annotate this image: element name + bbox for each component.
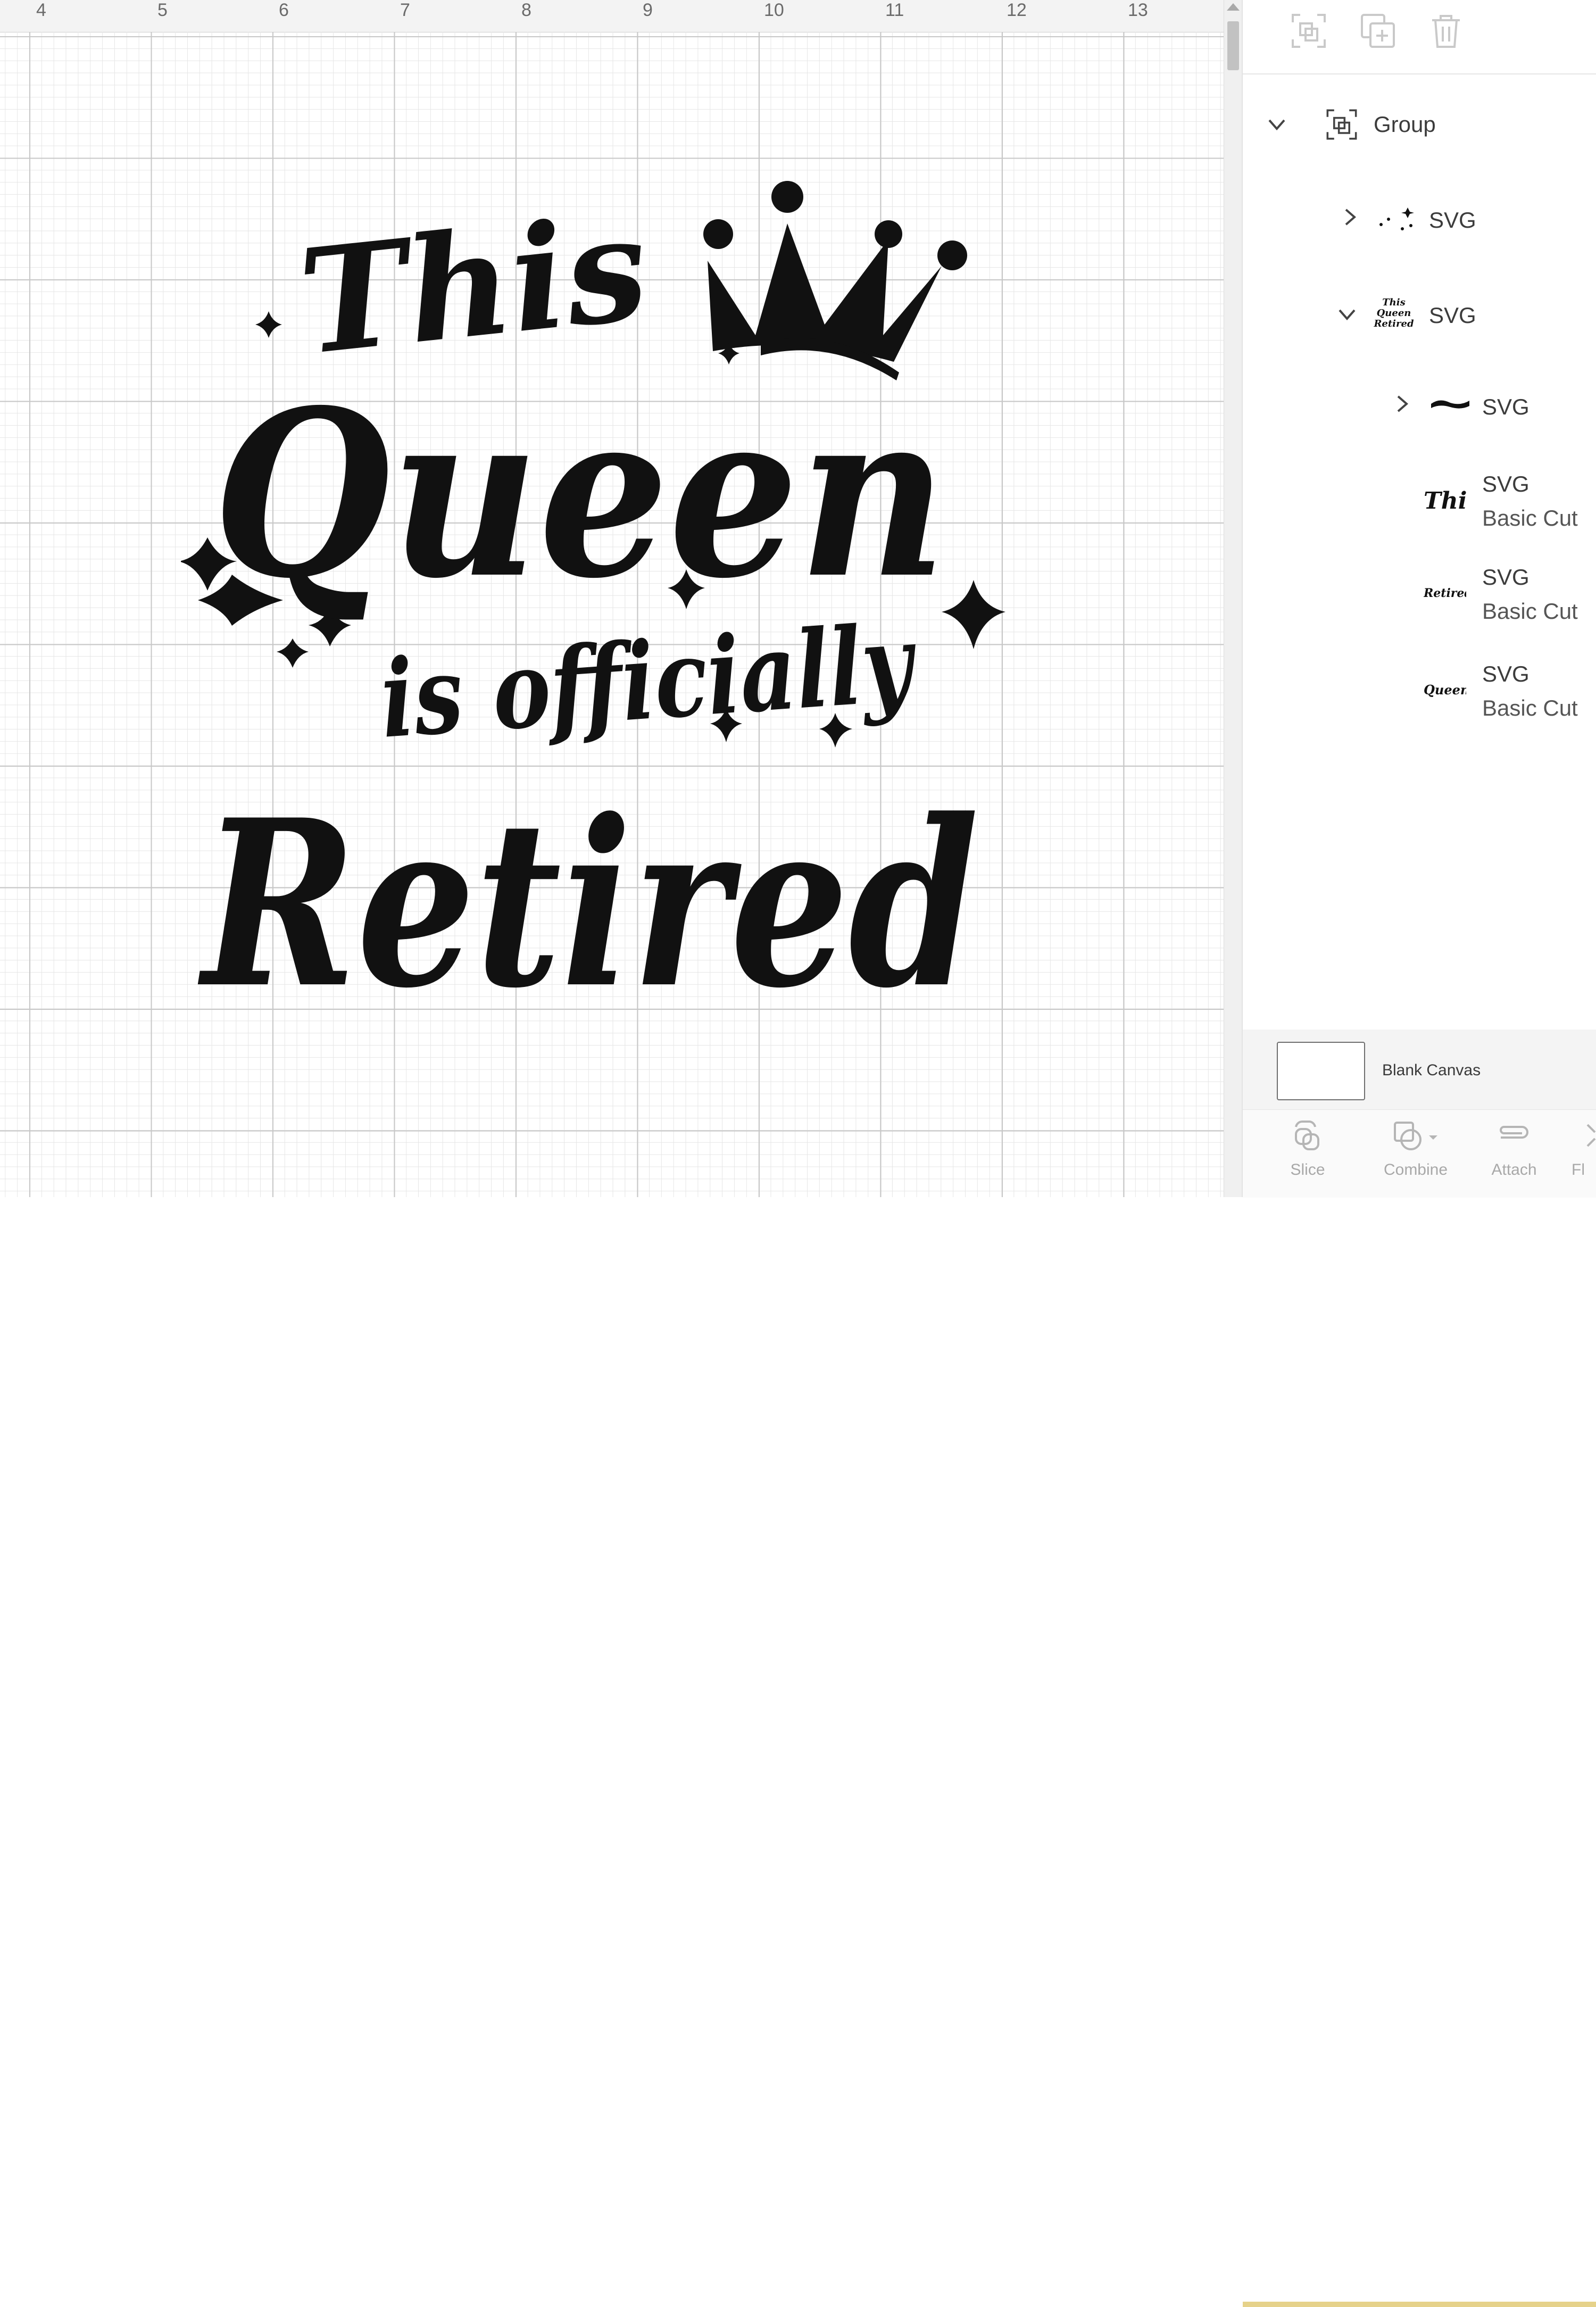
blank-canvas-row[interactable]: Blank Canvas bbox=[1243, 1030, 1596, 1109]
layer-label: SVG bbox=[1429, 303, 1476, 328]
ruler-tick: 8 bbox=[521, 0, 531, 20]
layer-thumbnail: Queen bbox=[1424, 682, 1466, 698]
slice-label: Slice bbox=[1290, 1161, 1325, 1179]
horizontal-ruler: 4 5 6 7 8 9 10 11 12 13 bbox=[0, 0, 1224, 32]
ruler-tick: 9 bbox=[643, 0, 653, 20]
chevron-down-icon[interactable] bbox=[1266, 114, 1287, 135]
blank-canvas-label: Blank Canvas bbox=[1382, 1061, 1481, 1079]
layer-operation: Basic Cut bbox=[1482, 599, 1578, 624]
layers-toolbar bbox=[1243, 0, 1596, 74]
ruler-tick: 10 bbox=[764, 0, 784, 20]
layer-label: SVG bbox=[1429, 208, 1476, 233]
ruler-tick: 6 bbox=[279, 0, 289, 20]
ruler-tick: 11 bbox=[885, 0, 904, 20]
group-icon[interactable] bbox=[1290, 12, 1328, 50]
layer-operation: Basic Cut bbox=[1482, 505, 1578, 530]
layer-svg-retired[interactable]: Retired SVG Basic Cut bbox=[1243, 561, 1596, 630]
canvas-scrollbar[interactable] bbox=[1224, 0, 1242, 1197]
attach-button[interactable]: Attach bbox=[1477, 1119, 1551, 1179]
layers-panel: Group SVG This Queen Retired SVG SVG Thi s … bbox=[1242, 0, 1596, 2307]
delete-icon[interactable] bbox=[1427, 12, 1465, 50]
chevron-down-icon[interactable] bbox=[1336, 304, 1358, 325]
design-text-this: This bbox=[292, 182, 654, 387]
layer-operation: Basic Cut bbox=[1482, 695, 1578, 720]
layer-label: SVG bbox=[1482, 661, 1530, 686]
queen-retired-design[interactable]: This Queen is officially Retired bbox=[181, 160, 1032, 1022]
attach-label: Attach bbox=[1491, 1161, 1537, 1179]
canvas-color-swatch[interactable] bbox=[1277, 1042, 1365, 1100]
design-canvas[interactable]: 4 5 6 7 8 9 10 11 12 13 This Queen is of… bbox=[0, 0, 1224, 1197]
layer-svg-sparkles[interactable]: SVG bbox=[1243, 197, 1596, 245]
crown-icon bbox=[703, 181, 967, 380]
layer-thumbnail: This bbox=[1424, 487, 1466, 514]
ruler-tick: 13 bbox=[1128, 0, 1148, 20]
duplicate-icon[interactable] bbox=[1359, 12, 1397, 50]
accent-bar bbox=[1243, 2302, 1596, 2307]
flatten-button[interactable]: Fl bbox=[1572, 1119, 1596, 1179]
layer-thumbnail bbox=[1431, 400, 1469, 409]
design-text-queen: Queen bbox=[213, 360, 947, 629]
layer-label: SVG bbox=[1482, 394, 1530, 419]
layer-thumbnail bbox=[1379, 208, 1414, 230]
ruler-tick: 4 bbox=[36, 0, 46, 20]
chevron-right-icon[interactable] bbox=[1392, 393, 1413, 414]
layer-label: SVG bbox=[1482, 471, 1530, 496]
slice-button[interactable]: Slice bbox=[1270, 1119, 1345, 1179]
scroll-thumb[interactable] bbox=[1227, 21, 1239, 70]
group-icon bbox=[1326, 109, 1357, 140]
bottom-toolbar: Slice Combine Attach Fl bbox=[1243, 1109, 1596, 2307]
combine-label: Combine bbox=[1383, 1161, 1448, 1179]
scroll-up-arrow-icon[interactable] bbox=[1227, 3, 1240, 11]
combine-button[interactable]: Combine bbox=[1370, 1119, 1461, 1179]
layer-thumbnail: This Queen Retired bbox=[1374, 297, 1414, 329]
slice-icon bbox=[1295, 1120, 1319, 1150]
flatten-icon bbox=[1586, 1124, 1596, 1147]
layer-label: SVG bbox=[1482, 565, 1530, 590]
layer-svg-queen[interactable]: Queen SVG Basic Cut bbox=[1243, 658, 1596, 727]
ruler-tick: 5 bbox=[157, 0, 168, 20]
design-text-retired: Retired bbox=[196, 770, 979, 1022]
layer-group[interactable]: Group bbox=[1243, 101, 1596, 154]
ruler-tick: 7 bbox=[400, 0, 410, 20]
layer-svg-text[interactable]: This Queen Retired SVG bbox=[1243, 290, 1596, 341]
chevron-right-icon[interactable] bbox=[1340, 206, 1361, 228]
layer-label: Group bbox=[1374, 112, 1436, 137]
layer-thumbnail: Retired bbox=[1424, 586, 1466, 600]
layer-svg-officially[interactable]: SVG bbox=[1243, 386, 1596, 428]
ruler-tick: 12 bbox=[1007, 0, 1027, 20]
attach-icon bbox=[1500, 1126, 1528, 1139]
combine-icon bbox=[1394, 1122, 1437, 1150]
flatten-label: Fl bbox=[1572, 1161, 1585, 1179]
layer-svg-this[interactable]: This SVG Basic Cut bbox=[1243, 468, 1596, 537]
